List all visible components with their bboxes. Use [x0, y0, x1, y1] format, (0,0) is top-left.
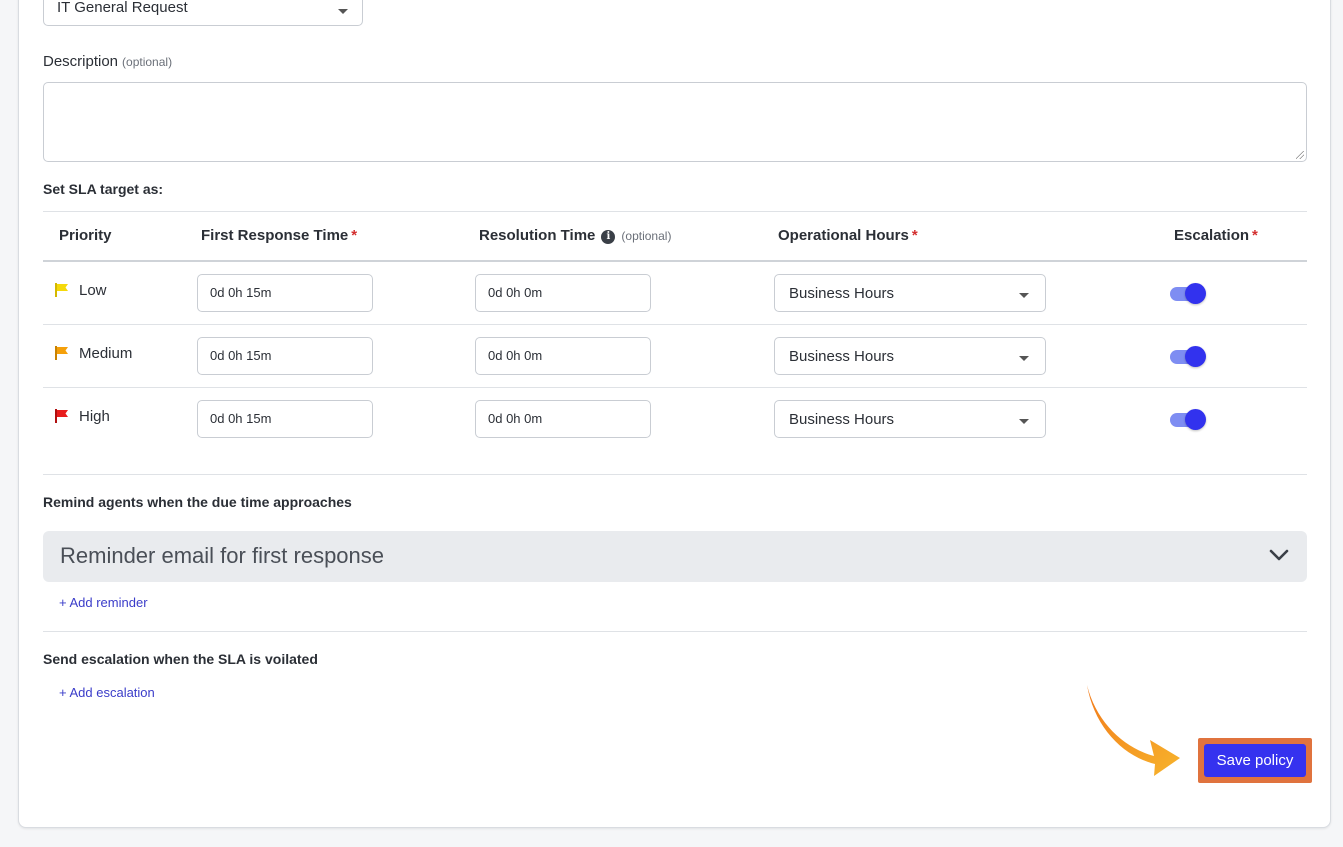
toggle-knob: [1185, 409, 1206, 430]
resolution-time-input[interactable]: 0d 0h 0m: [475, 337, 651, 375]
description-textarea[interactable]: [43, 82, 1307, 162]
operational-hours-select[interactable]: Business Hours: [774, 400, 1046, 438]
priority-cell: Low: [55, 282, 107, 299]
first-response-input[interactable]: 0d 0h 15m: [197, 400, 373, 438]
description-label-text: Description: [43, 53, 119, 70]
priority-label: Low: [79, 282, 107, 299]
table-row: Low 0d 0h 15m 0d 0h 0m Business Hours: [43, 262, 1307, 325]
flag-icon: [55, 408, 68, 423]
resolution-time-input[interactable]: 0d 0h 0m: [475, 400, 651, 438]
table-row: Medium 0d 0h 15m 0d 0h 0m Business Hours: [43, 325, 1307, 388]
flag-icon: [55, 282, 68, 297]
category-select[interactable]: IT General Request: [43, 0, 363, 26]
add-reminder-link[interactable]: + Add reminder: [59, 595, 148, 610]
caret-down-icon: [338, 9, 348, 14]
reminder-section-title: Remind agents when the due time approach…: [43, 494, 352, 510]
operational-hours-select[interactable]: Business Hours: [774, 274, 1046, 312]
reminder-divider: [43, 631, 1307, 632]
caret-down-icon: [1019, 356, 1029, 361]
operational-hours-select[interactable]: Business Hours: [774, 337, 1046, 375]
resize-handle-icon[interactable]: [1296, 151, 1304, 159]
header-escalation-text: Escalation: [1174, 227, 1250, 244]
header-priority-text: Priority: [59, 227, 112, 244]
save-policy-highlight: Save policy: [1198, 738, 1312, 783]
description-optional-hint: (optional): [122, 55, 173, 69]
first-response-input[interactable]: 0d 0h 15m: [197, 337, 373, 375]
operational-hours-value: Business Hours: [789, 411, 895, 428]
resolution-optional-hint: (optional): [621, 229, 672, 243]
priority-cell: High: [55, 408, 110, 425]
header-resolution-text: Resolution Time: [479, 227, 596, 244]
resolution-time-input[interactable]: 0d 0h 0m: [475, 274, 651, 312]
flag-icon: [55, 345, 68, 360]
reminder-accordion-title: Reminder email for first response: [60, 543, 385, 568]
required-mark: *: [1252, 227, 1258, 244]
chevron-down-icon[interactable]: [1269, 545, 1289, 565]
reminder-accordion[interactable]: Reminder email for first response: [43, 531, 1307, 582]
priority-label: High: [79, 408, 110, 425]
caret-down-icon: [1019, 419, 1029, 424]
escalation-section-title: Send escalation when the SLA is voilated: [43, 651, 318, 667]
header-priority: Priority: [59, 227, 112, 244]
header-escalation: Escalation *: [1174, 227, 1258, 244]
save-policy-button[interactable]: Save policy: [1204, 744, 1306, 777]
description-label: Description (optional): [43, 53, 172, 70]
toggle-knob: [1185, 283, 1206, 304]
header-first-response-text: First Response Time: [201, 227, 349, 244]
pointer-arrow-icon: [1087, 685, 1180, 776]
toggle-knob: [1185, 346, 1206, 367]
required-mark: *: [351, 227, 358, 244]
operational-hours-value: Business Hours: [789, 285, 895, 302]
escalation-toggle[interactable]: [1170, 282, 1206, 304]
category-select-value: IT General Request: [57, 0, 188, 16]
add-escalation-link[interactable]: + Add escalation: [59, 685, 155, 700]
priority-cell: Medium: [55, 345, 132, 362]
header-operational-hours-text: Operational Hours: [778, 227, 909, 244]
caret-down-icon: [1019, 293, 1029, 298]
table-bottom-divider: [43, 474, 1307, 475]
required-mark: *: [911, 227, 918, 244]
operational-hours-value: Business Hours: [789, 348, 895, 365]
header-operational-hours: Operational Hours *: [778, 227, 918, 244]
priority-label: Medium: [79, 345, 133, 362]
escalation-toggle[interactable]: [1170, 345, 1206, 367]
header-resolution: Resolution Time i (optional): [479, 227, 671, 244]
first-response-input[interactable]: 0d 0h 15m: [197, 274, 373, 312]
escalation-toggle[interactable]: [1170, 408, 1206, 430]
info-icon[interactable]: i: [601, 230, 616, 244]
sla-target-title: Set SLA target as:: [43, 181, 164, 197]
table-row: High 0d 0h 15m 0d 0h 0m Business Hours: [43, 388, 1307, 451]
header-first-response: First Response Time *: [201, 227, 357, 244]
table-top-divider: [43, 211, 1307, 212]
